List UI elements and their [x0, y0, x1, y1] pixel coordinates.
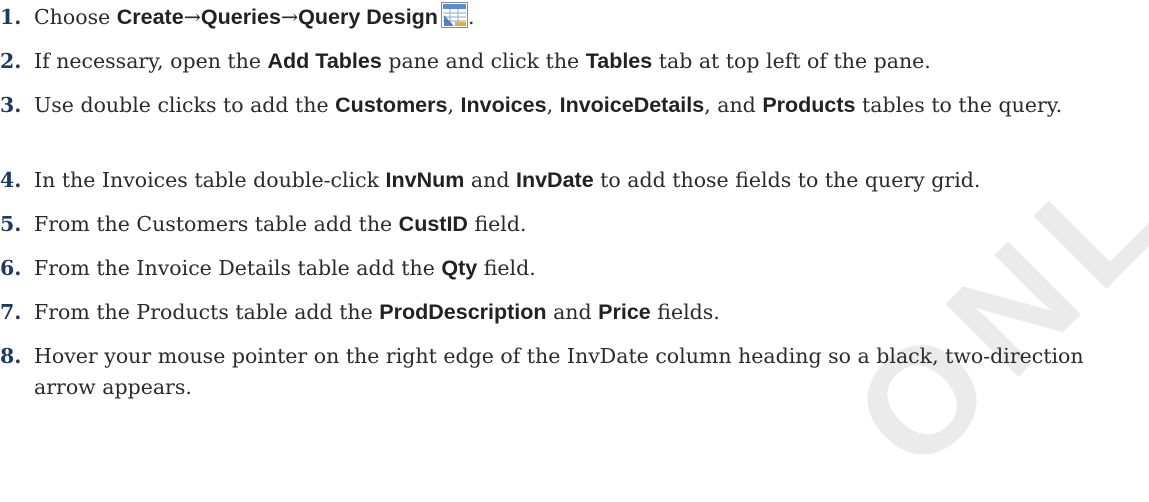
step-number: 7. — [0, 300, 22, 324]
step-3: 3. Use double clicks to add the Customer… — [0, 90, 1145, 121]
step-4: 4. In the Invoices table double-click In… — [0, 165, 1145, 196]
step-text: In the Invoices table double-click InvNu… — [34, 168, 981, 192]
step-number: 6. — [0, 256, 22, 280]
step-number: 4. — [0, 168, 22, 192]
step-7: 7. From the Products table add the ProdD… — [0, 297, 1145, 328]
query-design-icon — [440, 2, 468, 28]
step-6: 6. From the Invoice Details table add th… — [0, 253, 1145, 284]
step-8: 8. Hover your mouse pointer on the right… — [0, 341, 1145, 403]
step-number: 3. — [0, 93, 22, 117]
step-text: From the Customers table add the CustID … — [34, 212, 527, 236]
step-2: 2. If necessary, open the Add Tables pan… — [0, 46, 1145, 77]
step-number: 5. — [0, 212, 22, 236]
step-text: If necessary, open the Add Tables pane a… — [34, 49, 931, 73]
step-text: Choose Create→Queries→Query Design . — [34, 2, 1145, 33]
step-text: Use double clicks to add the Customers, … — [34, 93, 1063, 117]
step-1: 1. Choose Create→Queries→Query Design . — [0, 2, 1145, 33]
step-number: 1. — [0, 5, 22, 29]
step-text: Hover your mouse pointer on the right ed… — [34, 344, 1084, 399]
step-text: From the Invoice Details table add the Q… — [34, 256, 536, 280]
step-5: 5. From the Customers table add the Cust… — [0, 209, 1145, 240]
step-number: 2. — [0, 49, 22, 73]
step-number: 8. — [0, 344, 22, 368]
step-text: From the Products table add the ProdDesc… — [34, 300, 720, 324]
